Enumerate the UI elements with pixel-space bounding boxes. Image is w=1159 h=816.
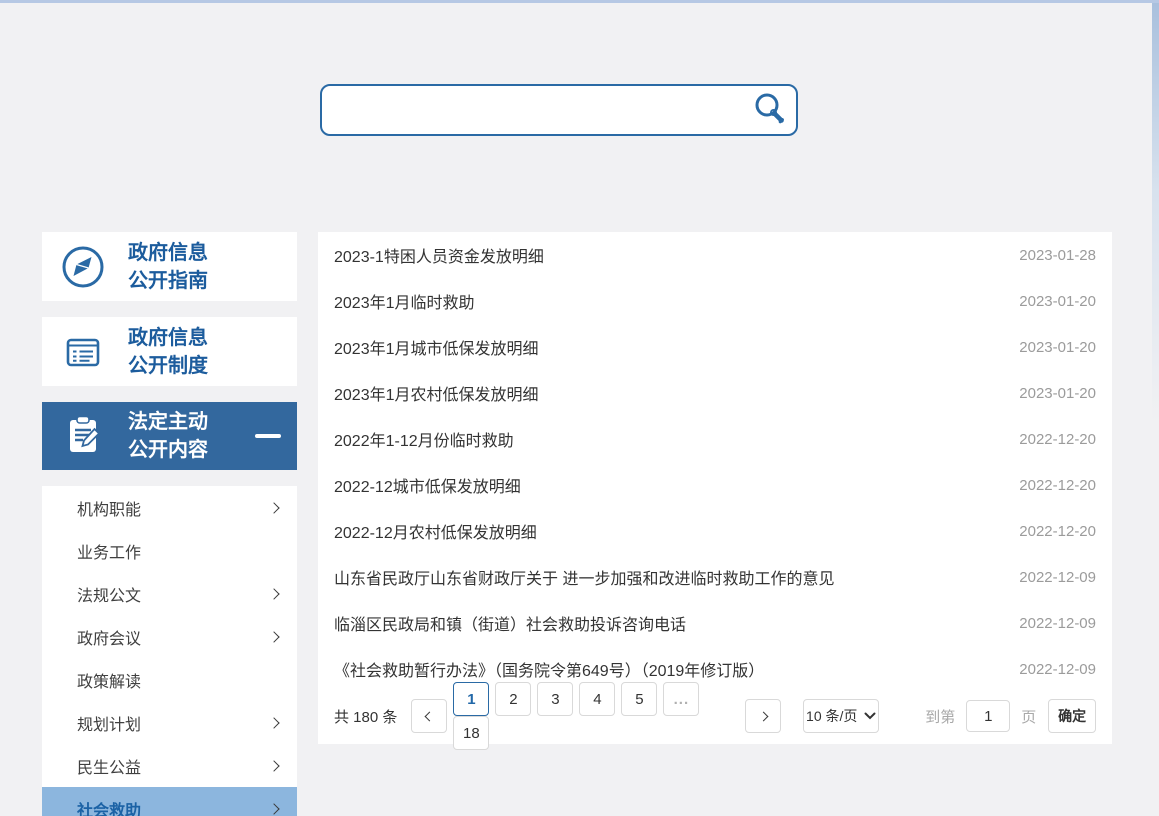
chevron-right-icon	[758, 711, 768, 721]
list-item-title: 山东省民政厅山东省财政厅关于 进一步加强和改进临时救助工作的意见	[334, 565, 834, 589]
menu-item-label: 民生公益	[77, 754, 141, 778]
list-item[interactable]: 2023-1特困人员资金发放明细 2023-01-28	[318, 232, 1112, 278]
list-item-title: 2023年1月农村低保发放明细	[334, 381, 539, 405]
sidebar-menu-item[interactable]: 业务工作	[42, 529, 297, 572]
sidebar-menu-item[interactable]: 民生公益	[42, 744, 297, 787]
list-item-date: 2022-12-09	[1019, 615, 1096, 632]
compass-icon	[60, 244, 106, 290]
card-label-line2: 公开指南	[128, 267, 208, 295]
menu-item-label: 政府会议	[77, 625, 141, 649]
list-item[interactable]: 山东省民政厅山东省财政厅关于 进一步加强和改进临时救助工作的意见 2022-12…	[318, 554, 1112, 600]
card-label-line1: 政府信息	[128, 239, 208, 267]
chevron-right-icon	[268, 631, 279, 642]
page: 政府信息 公开指南 政府信息 公开制度 法定主动 公开内容 机构职能 业务工作 …	[0, 0, 1159, 816]
list-item-date: 2022-12-20	[1019, 477, 1096, 494]
sidebar-menu-item[interactable]: 政策解读	[42, 658, 297, 701]
sidebar: 政府信息 公开指南 政府信息 公开制度 法定主动 公开内容 机构职能 业务工作 …	[42, 232, 297, 816]
list-item-date: 2023-01-28	[1019, 247, 1096, 264]
list-item[interactable]: 2022-12城市低保发放明细 2022-12-20	[318, 462, 1112, 508]
sidebar-menu: 机构职能 业务工作 法规公文 政府会议 政策解读 规划计划 民生公益 社会救助	[42, 486, 297, 816]
card-label-line2: 公开制度	[128, 352, 208, 380]
card-label-line2: 公开内容	[128, 436, 208, 464]
page-button[interactable]: 3	[537, 682, 573, 716]
menu-item-label: 政策解读	[77, 668, 141, 692]
list-item-title: 2023年1月临时救助	[334, 289, 475, 313]
list-item-date: 2023-01-20	[1019, 293, 1096, 310]
sidebar-card[interactable]: 政府信息 公开制度	[42, 317, 297, 386]
search-bar	[320, 84, 798, 136]
list-item-date: 2023-01-20	[1019, 339, 1096, 356]
clipboard-pen-icon	[60, 413, 106, 459]
list-item-date: 2023-01-20	[1019, 385, 1096, 402]
list-item-date: 2022-12-09	[1019, 661, 1096, 678]
page-size-select[interactable]: 10 条/页	[803, 699, 879, 733]
menu-item-label: 社会救助	[77, 797, 141, 816]
sidebar-card[interactable]: 政府信息 公开指南	[42, 232, 297, 301]
chevron-down-icon	[864, 712, 876, 720]
list-item-date: 2022-12-20	[1019, 431, 1096, 448]
chevron-right-icon	[268, 760, 279, 771]
list-item[interactable]: 2023年1月城市低保发放明细 2023-01-20	[318, 324, 1112, 370]
chevron-right-icon	[268, 588, 279, 599]
goto-prefix-label: 到第	[925, 706, 955, 727]
search-icon	[752, 91, 788, 130]
list-item[interactable]: 2022年1-12月份临时救助 2022-12-20	[318, 416, 1112, 462]
page-size-value: 10 条/页	[806, 706, 857, 726]
total-count: 共 180 条	[334, 706, 397, 727]
menu-item-label: 业务工作	[77, 539, 141, 563]
list-item[interactable]: 2023年1月农村低保发放明细 2023-01-20	[318, 370, 1112, 416]
top-accent-line	[0, 0, 1159, 3]
list-item-title: 2022年1-12月份临时救助	[334, 427, 514, 451]
page-button[interactable]: 4	[579, 682, 615, 716]
ellipsis-page-button[interactable]: ...	[663, 682, 699, 716]
pagination: 共 180 条 12345...18 10 条/页 到第 页 确定	[318, 699, 1112, 733]
page-button-active[interactable]: 1	[453, 682, 489, 716]
list-item-title: 临淄区民政局和镇（街道）社会救助投诉咨询电话	[334, 611, 686, 635]
menu-item-label: 法规公文	[77, 582, 141, 606]
confirm-button[interactable]: 确定	[1048, 699, 1096, 733]
card-label-line1: 政府信息	[128, 324, 208, 352]
collapse-minus-icon	[255, 434, 281, 438]
search-input[interactable]	[322, 86, 744, 134]
list-item-title: 2022-12月农村低保发放明细	[334, 519, 537, 543]
sidebar-card[interactable]: 法定主动 公开内容	[42, 402, 297, 470]
list-item-date: 2022-12-20	[1019, 523, 1096, 540]
list-item[interactable]: 2022-12月农村低保发放明细 2022-12-20	[318, 508, 1112, 554]
article-list-panel: 2023-1特困人员资金发放明细 2023-01-28 2023年1月临时救助 …	[318, 232, 1112, 744]
goto-suffix-label: 页	[1021, 706, 1036, 727]
list-item-title: 《社会救助暂行办法》（国务院令第649号）（2019年修订版）	[334, 657, 764, 681]
menu-item-label: 机构职能	[77, 496, 141, 520]
list-item[interactable]: 临淄区民政局和镇（街道）社会救助投诉咨询电话 2022-12-09	[318, 600, 1112, 646]
goto-page-input[interactable]	[966, 700, 1010, 732]
page-button[interactable]: 5	[621, 682, 657, 716]
scrollbar-track[interactable]	[1152, 3, 1159, 423]
list-item[interactable]: 2023年1月临时救助 2023-01-20	[318, 278, 1112, 324]
list-item-title: 2022-12城市低保发放明细	[334, 473, 521, 497]
menu-item-label: 规划计划	[77, 711, 141, 735]
chevron-right-icon	[268, 502, 279, 513]
sidebar-menu-item[interactable]: 法规公文	[42, 572, 297, 615]
sidebar-menu-item[interactable]: 规划计划	[42, 701, 297, 744]
list-item-title: 2023年1月城市低保发放明细	[334, 335, 539, 359]
list-item-title: 2023-1特困人员资金发放明细	[334, 243, 544, 267]
chevron-left-icon	[424, 711, 434, 721]
search-button[interactable]	[744, 86, 796, 134]
prev-page-button[interactable]	[411, 699, 447, 733]
book-icon	[60, 329, 106, 375]
chevron-right-icon	[268, 717, 279, 728]
card-label-line1: 法定主动	[128, 408, 208, 436]
chevron-right-icon	[268, 803, 279, 814]
list-item-date: 2022-12-09	[1019, 569, 1096, 586]
sidebar-menu-item[interactable]: 机构职能	[42, 486, 297, 529]
page-button[interactable]: 18	[453, 716, 489, 750]
sidebar-menu-item[interactable]: 政府会议	[42, 615, 297, 658]
sidebar-menu-item[interactable]: 社会救助	[42, 787, 297, 816]
next-page-button[interactable]	[745, 699, 781, 733]
page-button[interactable]: 2	[495, 682, 531, 716]
